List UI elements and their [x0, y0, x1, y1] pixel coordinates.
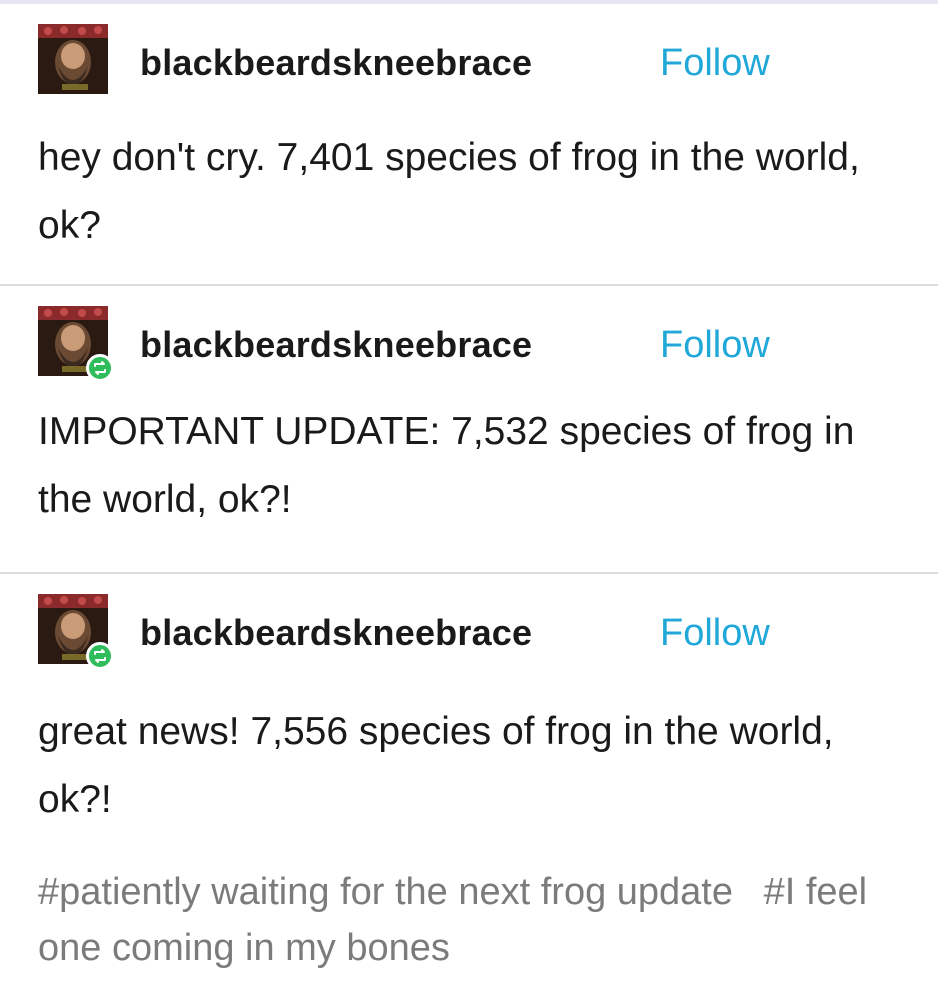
follow-button[interactable]: Follow	[660, 42, 770, 85]
post-2: blackbeardskneebrace Follow IMPORTANT UP…	[0, 286, 938, 572]
post-text: IMPORTANT UPDATE: 7,532 species of frog …	[38, 410, 855, 521]
avatar-icon[interactable]	[38, 24, 108, 94]
post-text: hey don't cry. 7,401 species of frog in …	[38, 136, 860, 247]
reblog-icon	[94, 649, 106, 663]
reblog-badge	[86, 354, 114, 382]
post-header: blackbeardskneebrace Follow	[38, 24, 898, 104]
reblog-icon	[94, 361, 106, 375]
post-1: blackbeardskneebrace Follow hey don't cr…	[0, 4, 938, 284]
username[interactable]: blackbeardskneebrace	[140, 324, 532, 366]
post-header: blackbeardskneebrace Follow	[38, 594, 898, 674]
post-header: blackbeardskneebrace Follow	[38, 306, 898, 386]
tag-link[interactable]: #patiently waiting for the next frog upd…	[38, 871, 733, 913]
post-tags: #patiently waiting for the next frog upd…	[38, 864, 908, 976]
post-3: blackbeardskneebrace Follow great news! …	[0, 574, 938, 1000]
follow-button[interactable]: Follow	[660, 612, 770, 655]
follow-button[interactable]: Follow	[660, 324, 770, 367]
username[interactable]: blackbeardskneebrace	[140, 612, 532, 654]
post-text: great news! 7,556 species of frog in the…	[38, 710, 834, 821]
username[interactable]: blackbeardskneebrace	[140, 42, 532, 84]
reblog-badge	[86, 642, 114, 670]
